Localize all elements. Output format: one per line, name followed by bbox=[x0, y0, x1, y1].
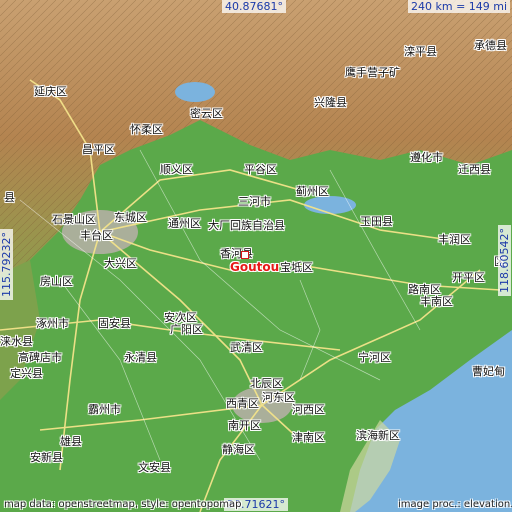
right-longitude-label: 118.60542° bbox=[498, 225, 511, 296]
place-label: 平谷区 bbox=[244, 163, 277, 176]
place-label: 南开区 bbox=[228, 419, 261, 432]
place-label: 津南区 bbox=[292, 431, 325, 444]
place-label: 怀柔区 bbox=[130, 123, 163, 136]
place-label: 丰南区 bbox=[420, 295, 453, 308]
place-label: 定兴县 bbox=[10, 367, 43, 380]
place-label: 鹰手营子矿 bbox=[345, 66, 400, 79]
place-label: 玉田县 bbox=[360, 215, 393, 228]
place-label: 县 bbox=[4, 191, 15, 204]
place-label: 遵化市 bbox=[410, 151, 443, 164]
lake-miyun bbox=[175, 82, 215, 102]
place-label: 安新县 bbox=[30, 451, 63, 464]
place-label: 大厂回族自治县 bbox=[208, 219, 285, 232]
place-label: 大兴区 bbox=[104, 257, 137, 270]
scale-label: 240 km = 149 mi bbox=[408, 0, 511, 13]
place-label: 河西区 bbox=[292, 403, 325, 416]
place-label: 霸州市 bbox=[88, 403, 121, 416]
place-label: 北辰区 bbox=[250, 377, 283, 390]
place-label: 迁西县 bbox=[458, 163, 491, 176]
place-label: 武清区 bbox=[230, 341, 263, 354]
place-label: 涞水县 bbox=[0, 335, 33, 348]
place-label: 广阳区 bbox=[170, 323, 203, 336]
place-label: 涿州市 bbox=[36, 317, 69, 330]
place-label: 河东区 bbox=[262, 391, 295, 404]
place-label: 静海区 bbox=[222, 443, 255, 456]
place-label: 永清县 bbox=[124, 351, 157, 364]
place-label: 开平区 bbox=[452, 271, 485, 284]
place-label: 文安县 bbox=[138, 461, 171, 474]
place-label: 东城区 bbox=[114, 211, 147, 224]
place-label: 滦平县 bbox=[404, 45, 437, 58]
highlighted-place-label: Goutou bbox=[230, 260, 280, 274]
reservoir bbox=[304, 196, 356, 214]
place-label: 密云区 bbox=[190, 107, 223, 120]
place-label: 通州区 bbox=[168, 217, 201, 230]
place-label: 顺义区 bbox=[160, 163, 193, 176]
place-label: 房山区 bbox=[40, 275, 73, 288]
place-label: 丰润区 bbox=[438, 233, 471, 246]
place-label: 承德县 bbox=[474, 39, 507, 52]
map-attribution: map data: openstreetmap, style: opentopo… bbox=[4, 499, 242, 510]
place-label: 石景山区 bbox=[52, 213, 96, 226]
left-longitude-label: 115.79232° bbox=[0, 229, 13, 300]
place-label: 宁河区 bbox=[358, 351, 391, 364]
place-label: 丰台区 bbox=[80, 229, 113, 242]
place-label: 延庆区 bbox=[34, 85, 67, 98]
place-label: 滨海新区 bbox=[356, 429, 400, 442]
place-label: 西青区 bbox=[226, 397, 259, 410]
place-label: 兴隆县 bbox=[314, 96, 347, 109]
place-label: 宝坻区 bbox=[280, 261, 313, 274]
location-marker[interactable] bbox=[241, 251, 249, 259]
top-latitude-label: 40.87681° bbox=[222, 0, 286, 13]
place-label: 曹妃甸 bbox=[472, 365, 505, 378]
place-label: 蓟州区 bbox=[296, 185, 329, 198]
place-label: 昌平区 bbox=[82, 143, 115, 156]
place-label: 雄县 bbox=[60, 435, 82, 448]
place-label: 固安县 bbox=[98, 317, 131, 330]
place-label: 三河市 bbox=[238, 195, 271, 208]
image-attribution: image proc.: elevation.city bbox=[398, 499, 512, 510]
map-view[interactable]: 承德县 延庆区 滦平县 鹰手营子矿 密云区 兴隆县 怀柔区 昌平区 顺义区 平谷… bbox=[0, 0, 512, 512]
place-label: 高碑店市 bbox=[18, 351, 62, 364]
